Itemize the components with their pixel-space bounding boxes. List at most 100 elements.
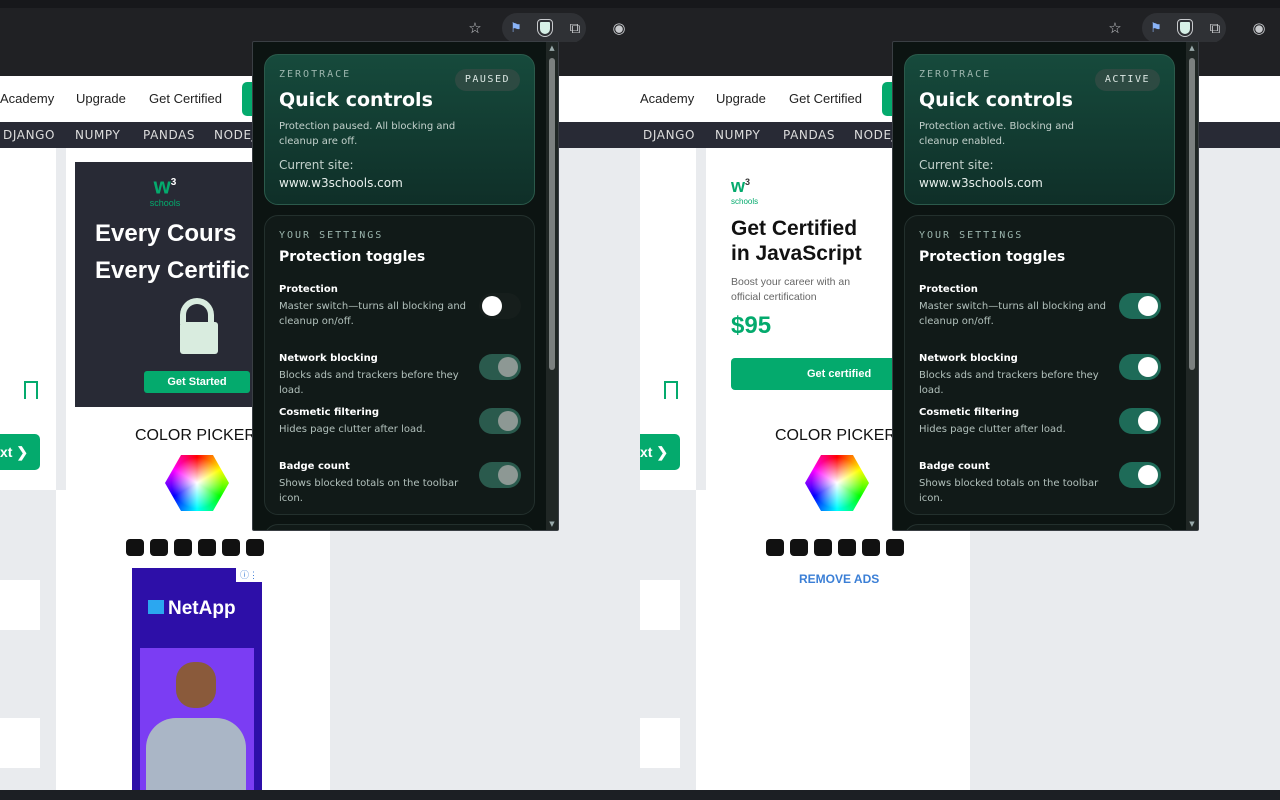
toggle-cosmetic-label: Cosmetic filtering [279,407,380,418]
bookmark-icon[interactable] [664,381,678,399]
subnav-numpy[interactable]: NUMPY [715,128,760,142]
w3schools-logo: w3 [153,173,177,199]
youtube-icon[interactable] [126,539,144,556]
linkedin-icon[interactable] [790,539,808,556]
tiktok-icon[interactable] [886,539,904,556]
zerotrace-shield-icon[interactable] [535,18,555,38]
scroll-thumb[interactable] [549,58,555,370]
discord-icon[interactable] [814,539,832,556]
ad-headline-2: Every Certific [95,257,250,284]
nav-upgrade-link[interactable]: Upgrade [716,91,766,106]
youtube-icon[interactable] [766,539,784,556]
next-button[interactable]: xt ❯ [0,434,40,470]
w3schools-ad[interactable]: w3 schools Every Cours Every Certific Ge… [75,162,255,407]
star-icon[interactable]: ☆ [1105,18,1125,38]
quick-controls-title: Quick controls [279,89,433,111]
scroll-down-icon[interactable]: ▼ [1188,520,1196,528]
subnav-pandas[interactable]: PANDAS [143,128,195,142]
linkedin-icon[interactable] [150,539,168,556]
toggle-cosmetic-desc: Hides page clutter after load. [279,424,426,435]
subnav-django[interactable]: DJANGO [643,128,695,142]
ad-subtitle: Boost your career with an official certi… [731,276,851,303]
settings-eyebrow: YOUR SETTINGS [279,230,384,241]
protection-toggle[interactable] [479,293,521,319]
cosmetic-filtering-toggle[interactable] [479,408,521,434]
instagram-icon[interactable] [862,539,880,556]
nav-get-certified-link[interactable]: Get Certified [149,91,222,106]
next-card [264,524,535,530]
content-block [0,580,40,630]
status-badge: ACTIVE [1094,69,1160,91]
social-icons [126,539,264,556]
ad-price: $95 [731,312,772,339]
extensions-puzzle-icon[interactable]: ⧉ [1205,18,1225,38]
scroll-up-icon[interactable]: ▲ [548,44,556,52]
quick-controls-title: Quick controls [919,89,1073,111]
zerotrace-popup-paused: ZEROTRACE PAUSED Quick controls Protecti… [252,41,559,531]
color-picker-heading: COLOR PICKER [775,427,896,444]
pin-extension-icon[interactable]: ⚑ [506,18,526,38]
badge-count-toggle[interactable] [1119,462,1161,488]
w3schools-logo-text: schools [731,197,759,206]
profile-icon[interactable]: ◉ [1249,18,1269,38]
network-blocking-toggle[interactable] [479,354,521,380]
padlock-icon [180,298,214,324]
remove-ads-link[interactable]: REMOVE ADS [799,572,879,586]
nav-get-certified-link[interactable]: Get Certified [789,91,862,106]
taskbar-strip [0,790,1280,800]
star-icon[interactable]: ☆ [465,18,485,38]
toggle-network-desc: Blocks ads and trackers before they load… [279,370,459,396]
subnav-django[interactable]: DJANGO [3,128,55,142]
ad-get-started-button[interactable]: Get Started [144,371,250,393]
pin-extension-icon[interactable]: ⚑ [1146,18,1166,38]
subnav-numpy[interactable]: NUMPY [75,128,120,142]
sidebar-gap [56,490,66,800]
facebook-icon[interactable] [198,539,216,556]
nav-academy-link[interactable]: Academy [640,91,694,106]
toggle-network-label: Network blocking [279,353,378,364]
profile-icon[interactable]: ◉ [609,18,629,38]
status-description: Protection active. Blocking and cleanup … [919,121,1075,147]
extensions-puzzle-icon[interactable]: ⧉ [565,18,585,38]
ad-title: Get Certified in JavaScript [731,217,862,265]
toggle-protection-desc: Master switch—turns all blocking and cle… [919,301,1107,327]
toggle-cosmetic-label: Cosmetic filtering [919,407,1020,418]
scroll-up-icon[interactable]: ▲ [1188,44,1196,52]
person-shirt [146,718,246,800]
popup-scrollbar[interactable]: ▲ ▼ [1186,42,1198,530]
popup-scrollbar[interactable]: ▲ ▼ [546,42,558,530]
zerotrace-shield-icon[interactable] [1175,18,1195,38]
bookmark-icon[interactable] [24,381,38,399]
adchoices-icon[interactable]: ⓘ⋮ [236,568,262,582]
subnav-nodejs[interactable]: NODEJ [854,128,896,142]
nav-upgrade-link[interactable]: Upgrade [76,91,126,106]
settings-eyebrow: YOUR SETTINGS [919,230,1024,241]
network-blocking-toggle[interactable] [1119,354,1161,380]
toggle-badge-desc: Shows blocked totals on the toolbar icon… [919,478,1099,504]
subnav-nodejs[interactable]: NODEJ [214,128,256,142]
status-description: Protection paused. All blocking and clea… [279,121,456,147]
current-site-label: Current site: [279,158,354,172]
w3schools-logo-text: schools [149,198,181,208]
protection-toggle[interactable] [1119,293,1161,319]
scroll-down-icon[interactable]: ▼ [548,520,556,528]
certification-ad[interactable]: w3 schools Get Certified in JavaScript B… [715,162,895,407]
subnav-pandas[interactable]: PANDAS [783,128,835,142]
cosmetic-filtering-toggle[interactable] [1119,408,1161,434]
content-block [640,580,680,630]
scroll-thumb[interactable] [1189,58,1195,370]
toggle-badge-label: Badge count [919,461,990,472]
facebook-icon[interactable] [838,539,856,556]
discord-icon[interactable] [174,539,192,556]
nav-academy-link[interactable]: Academy [0,91,54,106]
padlock-body [180,322,218,354]
extension-name: ZEROTRACE [279,69,352,80]
toggle-protection-label: Protection [279,284,338,295]
instagram-icon[interactable] [222,539,240,556]
badge-count-toggle[interactable] [479,462,521,488]
netapp-ad[interactable]: ⓘ⋮ NetApp [132,568,262,800]
next-button[interactable]: xt ❯ [640,434,680,470]
ad-get-certified-button[interactable]: Get certified [731,358,895,390]
tiktok-icon[interactable] [246,539,264,556]
social-icons [766,539,904,556]
